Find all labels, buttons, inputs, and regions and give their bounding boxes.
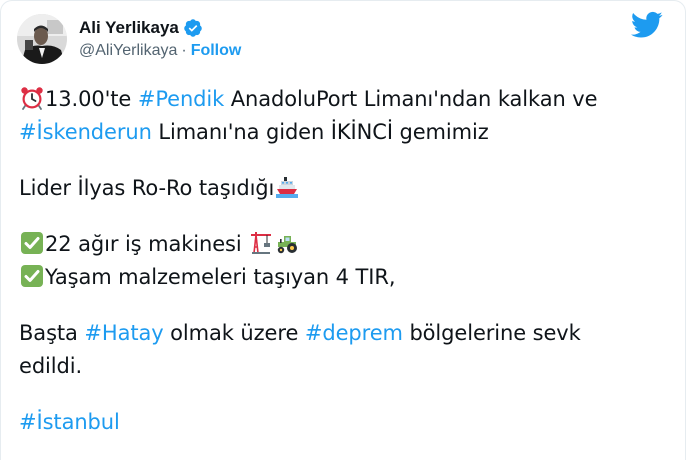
check-mark-icon: [20, 231, 44, 255]
tweet-line-2: #İskenderun Limanı'na giden İKİNCİ gemim…: [19, 116, 669, 149]
tweet-line-6-prefix: Başta: [19, 321, 85, 345]
tweet-line-5: Yaşam malzemeleri taşıyan 4 TIR,: [19, 261, 669, 294]
alarm-clock-icon: [20, 86, 44, 110]
display-name[interactable]: Ali Yerlikaya: [79, 18, 179, 38]
hashtag-istanbul[interactable]: #İstanbul: [19, 410, 120, 434]
tweet-line-7: edildi.: [19, 350, 669, 383]
tweet-line-4-text: 22 ağır iş makinesi: [45, 232, 249, 256]
tweet-line-1: 13.00'te #Pendik AnadoluPort Limanı'ndan…: [19, 83, 669, 116]
tweet-line-4: 22 ağır iş makinesi: [19, 228, 669, 261]
tweet-line-6-rest: bölgelerine sevk: [402, 321, 581, 345]
tweet-line-7-text: edildi.: [19, 354, 83, 378]
ship-icon: [275, 175, 299, 199]
tweet-line-2-rest: Limanı'na giden İKİNCİ gemimiz: [151, 120, 489, 144]
follow-button[interactable]: Follow: [191, 42, 242, 60]
tweet-line-1-rest: AnadoluPort Limanı'ndan kalkan ve: [224, 87, 598, 111]
tweet-line-8: #İstanbul: [19, 406, 669, 439]
hashtag-deprem[interactable]: #deprem: [305, 321, 403, 345]
tweet-header: Ali Yerlikaya @AliYerlikaya · Follow: [17, 11, 241, 67]
hashtag-hatay[interactable]: #Hatay: [84, 321, 163, 345]
twitter-bird-icon[interactable]: [631, 11, 663, 39]
crane-icon: [249, 231, 273, 255]
tweet-card: Ali Yerlikaya @AliYerlikaya · Follow 13.…: [0, 0, 686, 460]
tweet-line-5-text: Yaşam malzemeleri taşıyan 4 TIR,: [45, 265, 396, 289]
hashtag-pendik[interactable]: #Pendik: [138, 87, 224, 111]
user-identity: Ali Yerlikaya @AliYerlikaya · Follow: [79, 16, 241, 62]
hashtag-iskenderun[interactable]: #İskenderun: [19, 120, 152, 144]
tweet-line-3: Lider İlyas Ro-Ro taşıdığı: [19, 172, 669, 205]
check-mark-icon: [20, 264, 44, 288]
tweet-line-6: Başta #Hatay olmak üzere #deprem bölgele…: [19, 317, 669, 350]
tractor-icon: [275, 231, 299, 255]
tweet-line-6-middle: olmak üzere: [163, 321, 305, 345]
handle-separator: ·: [181, 42, 187, 59]
handle-row: @AliYerlikaya · Follow: [79, 40, 241, 62]
avatar[interactable]: [17, 14, 67, 64]
name-row: Ali Yerlikaya: [79, 16, 241, 40]
tweet-time: 13.00'te: [45, 87, 138, 111]
user-handle[interactable]: @AliYerlikaya: [79, 42, 177, 60]
tweet-text: 13.00'te #Pendik AnadoluPort Limanı'ndan…: [19, 83, 669, 439]
verified-badge-icon: [183, 18, 203, 38]
tweet-line-3-text: Lider İlyas Ro-Ro taşıdığı: [19, 176, 275, 200]
